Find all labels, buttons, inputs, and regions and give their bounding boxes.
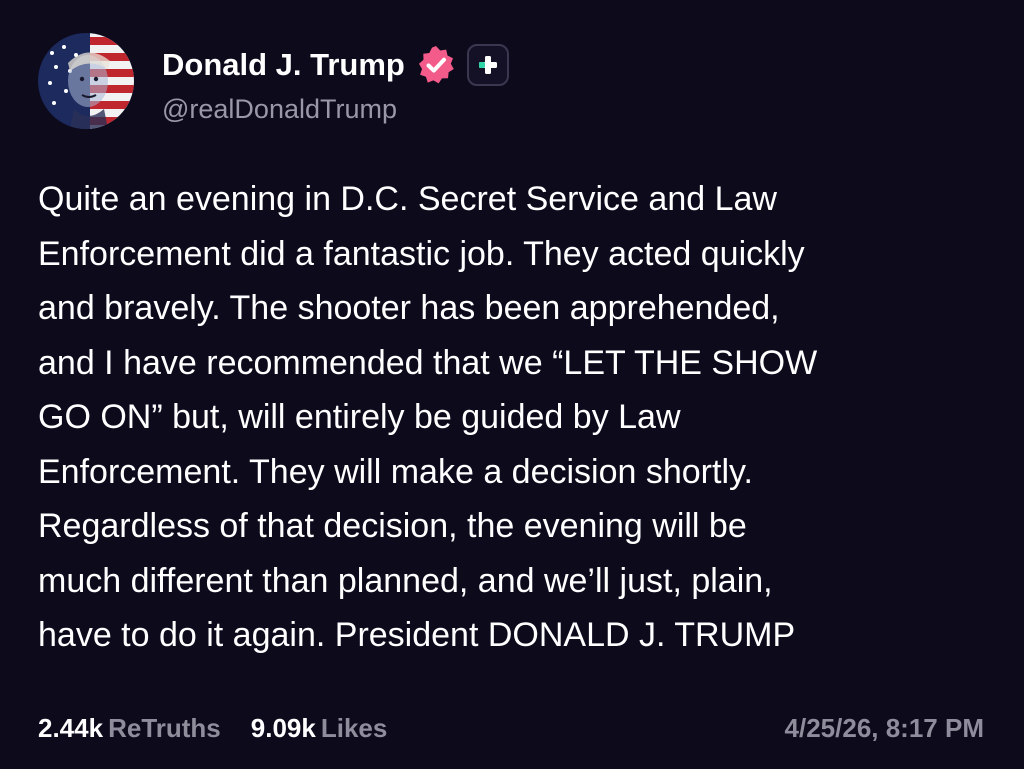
retruths-label: ReTruths [108,712,221,743]
plus-badge-icon [478,56,497,74]
likes-label: Likes [320,712,388,743]
plus-badge[interactable] [466,44,509,86]
flag-portrait-avatar-icon [38,33,134,129]
post-body-text: Quite an evening in D.C. Secret Service … [38,180,818,654]
author-handle[interactable]: @realDonaldTrump [162,94,397,125]
post-timestamp[interactable]: 4/25/26, 8:17 PM [785,708,984,748]
author-name-row: Donald J. Trump [162,40,509,90]
likes-count: 9.09k [250,712,316,743]
likes-stat[interactable]: 9.09k Likes [251,713,388,744]
retruths-stat[interactable]: 2.44k ReTruths [38,713,221,744]
truth-post: Donald J. Trump @realDonaldTrump Quite a… [0,0,1024,769]
avatar[interactable] [38,33,134,129]
verified-badge-icon [418,46,454,84]
author-display-name[interactable]: Donald J. Trump [162,47,405,83]
retruths-count: 2.44k [38,712,104,743]
post-stats: 2.44k ReTruths 9.09k Likes [38,708,387,748]
